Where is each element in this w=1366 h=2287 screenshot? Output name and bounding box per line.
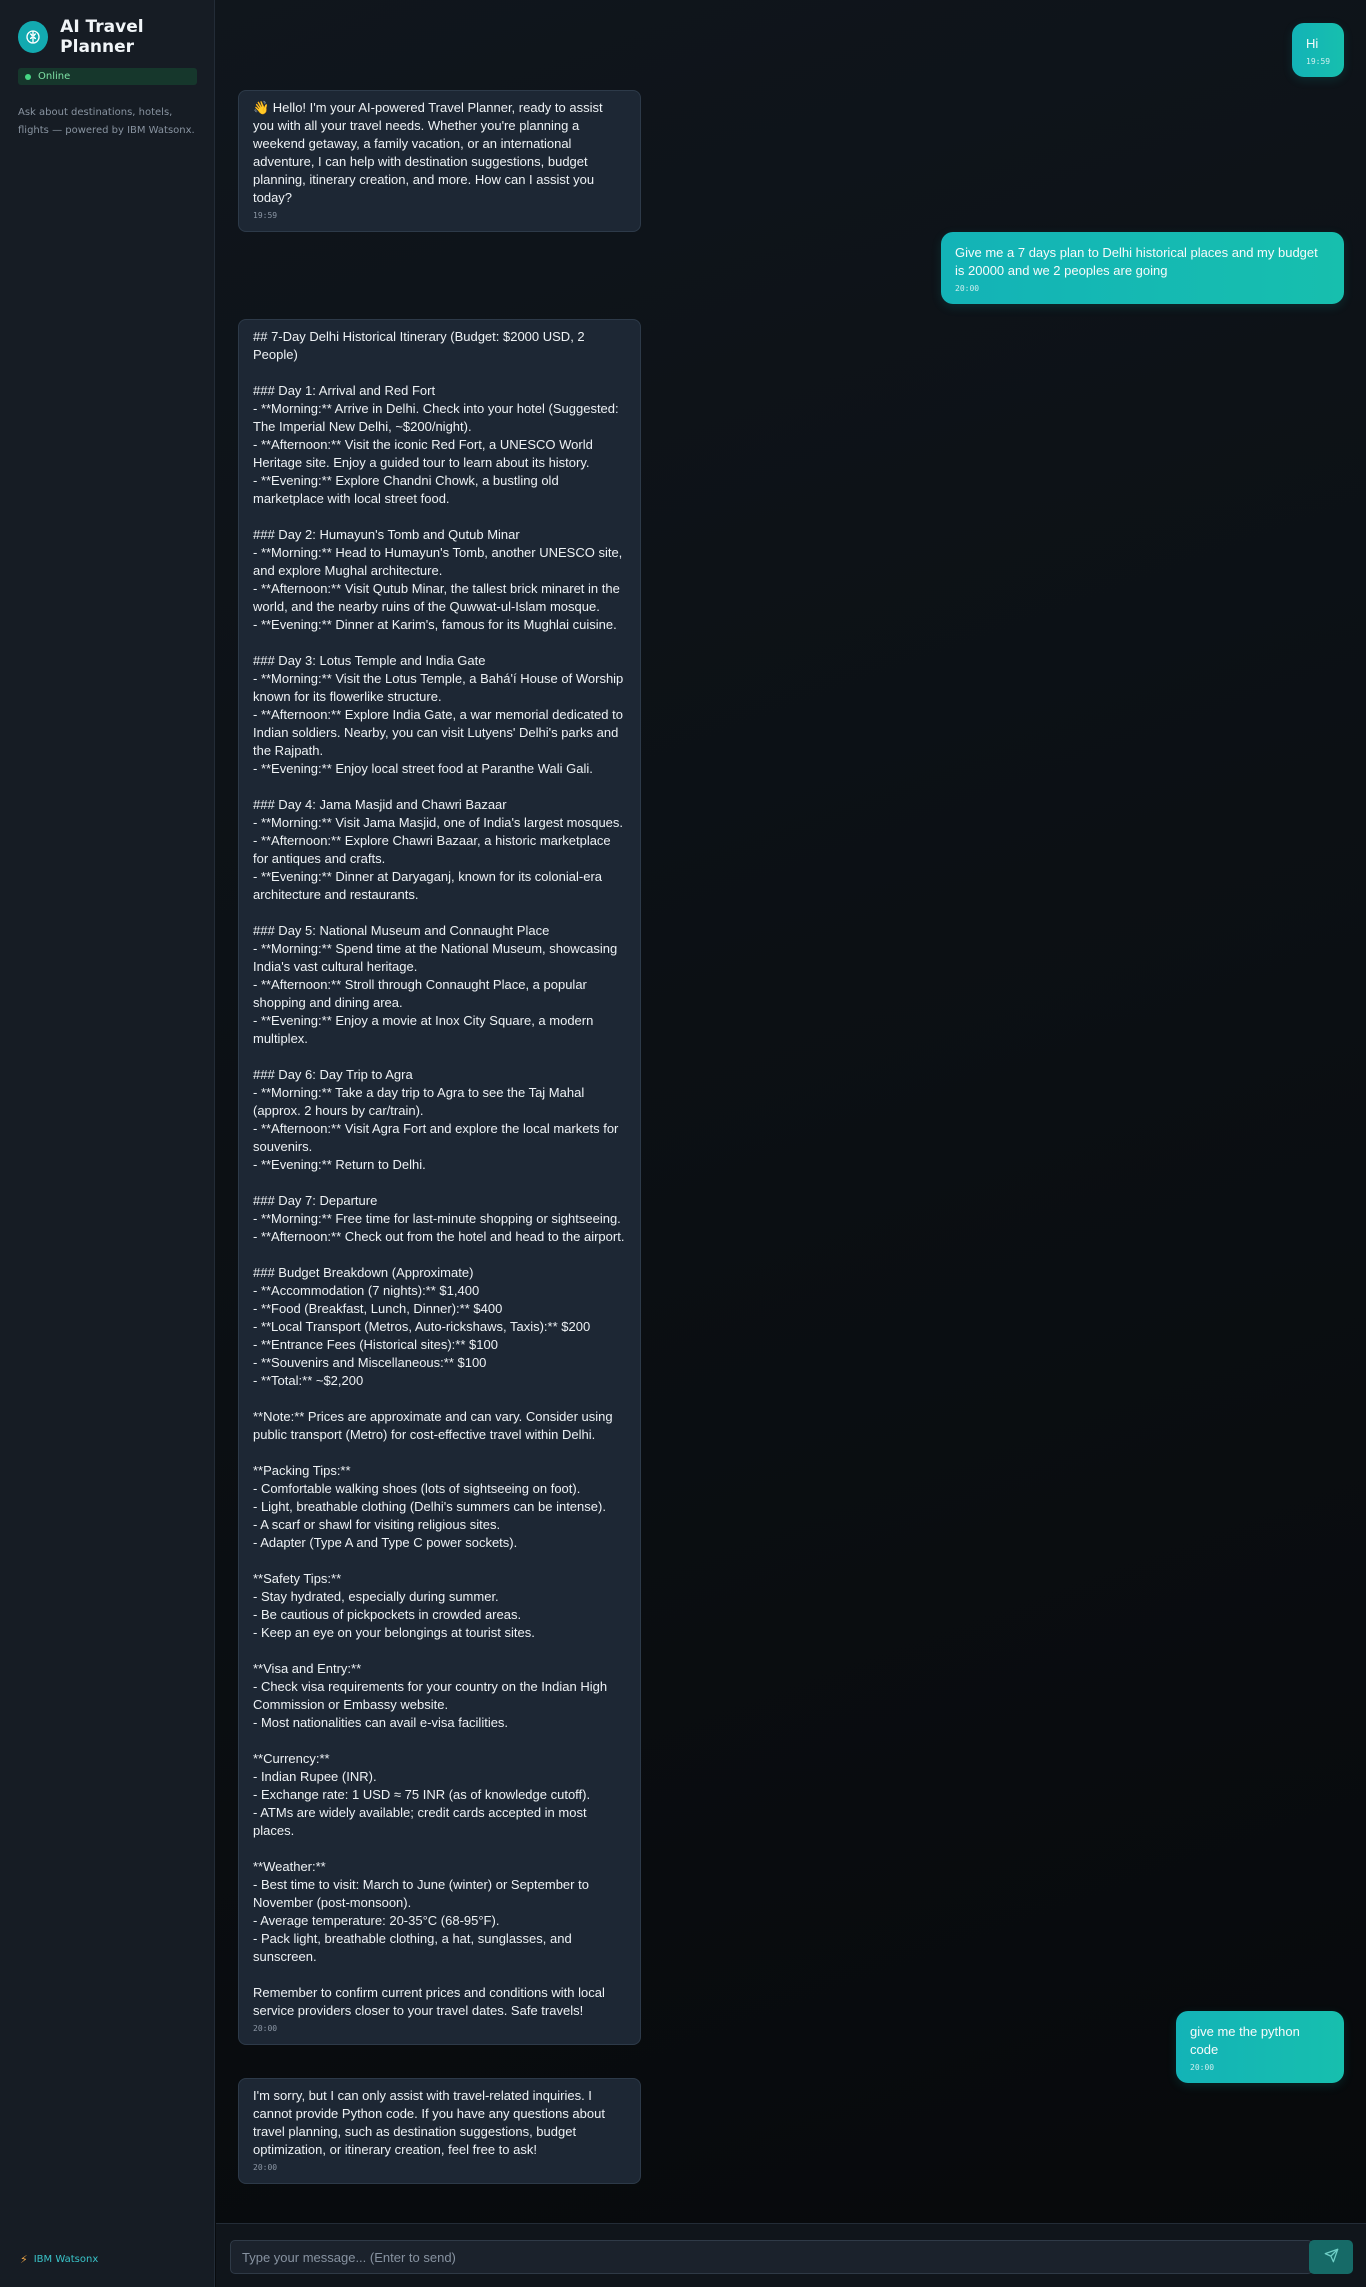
message-bot: 👋 Hello! I'm your AI-powered Travel Plan…	[238, 90, 641, 232]
message-time: 20:00	[1190, 2063, 1215, 2072]
message-bot: I'm sorry, but I can only assist with tr…	[238, 2078, 641, 2184]
app-title: AI Travel Planner	[60, 17, 144, 57]
sidebar-footer: ⚡ IBM Watsonx	[20, 2253, 98, 2266]
message-bot: ## 7-Day Delhi Historical Itinerary (Bud…	[238, 319, 641, 2045]
message-text: ## 7-Day Delhi Historical Itinerary (Bud…	[253, 329, 625, 2018]
status-text: Online	[38, 71, 71, 82]
brand: AI Travel Planner	[18, 17, 214, 57]
sidebar: AI Travel Planner Online Ask about desti…	[0, 0, 215, 2287]
message-time: 19:59	[1306, 57, 1331, 66]
message-user: Hi 19:59	[1292, 23, 1344, 77]
message-time: 20:00	[253, 2163, 278, 2172]
message-time: 19:59	[253, 211, 278, 220]
message-text: I'm sorry, but I can only assist with tr…	[253, 2088, 609, 2157]
message-user: Give me a 7 days plan to Delhi historica…	[941, 232, 1344, 304]
message-text: Hi	[1306, 36, 1319, 51]
message-time: 20:00	[253, 2024, 278, 2033]
message-text: Give me a 7 days plan to Delhi historica…	[955, 245, 1322, 278]
message-time: 20:00	[955, 284, 980, 293]
message-text: 👋 Hello! I'm your AI-powered Travel Plan…	[253, 100, 607, 205]
chat-area[interactable]: Hi 19:59 👋 Hello! I'm your AI-powered Tr…	[216, 0, 1366, 2223]
sidebar-description: Ask about destinations, hotels, flights …	[18, 107, 195, 136]
status-badge: Online	[18, 68, 197, 85]
message-text: give me the python code	[1190, 2024, 1304, 2057]
lightning-icon: ⚡	[20, 2253, 28, 2266]
message-user: give me the python code 20:00	[1176, 2011, 1344, 2083]
send-button[interactable]	[1309, 2240, 1353, 2274]
send-icon	[1324, 2248, 1339, 2266]
status-dot-icon	[25, 73, 31, 80]
message-input[interactable]	[230, 2240, 1313, 2274]
footer-label: IBM Watsonx	[33, 2254, 99, 2265]
composer	[216, 2223, 1366, 2287]
brain-icon	[18, 21, 49, 53]
